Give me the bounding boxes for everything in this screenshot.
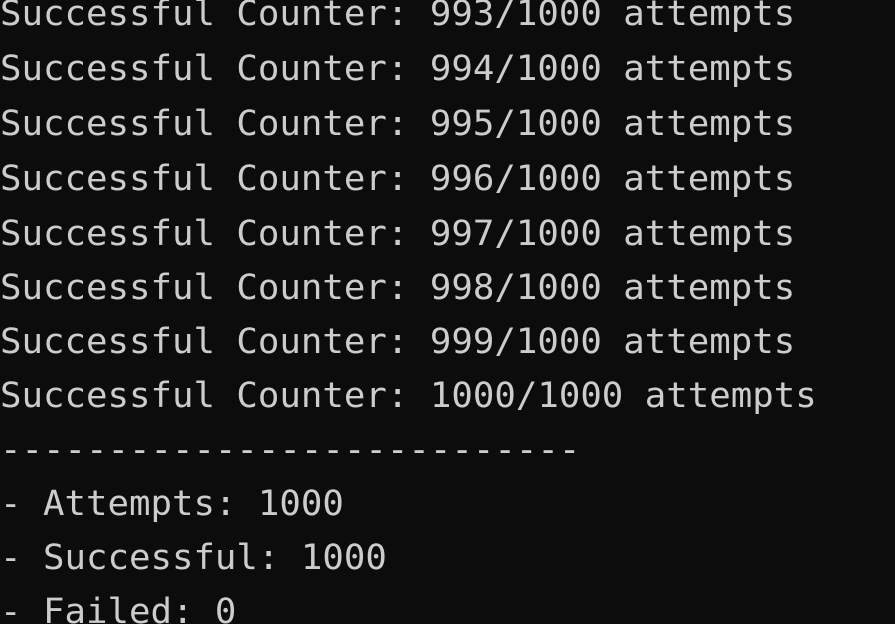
- counter-line-993: Successful Counter: 993/1000 attempts: [0, 0, 796, 34]
- summary-successful: - Successful: 1000: [0, 538, 387, 578]
- summary-failed: - Failed: 0: [0, 592, 237, 624]
- terminal-window[interactable]: Successful Counter: 993/1000 attempts Su…: [0, 0, 895, 624]
- counter-line-996: Successful Counter: 996/1000 attempts: [0, 159, 796, 199]
- summary-attempts: - Attempts: 1000: [0, 484, 344, 524]
- counter-line-997: Successful Counter: 997/1000 attempts: [0, 214, 796, 254]
- counter-line-998: Successful Counter: 998/1000 attempts: [0, 268, 796, 308]
- counter-line-995: Successful Counter: 995/1000 attempts: [0, 104, 796, 144]
- counter-line-999: Successful Counter: 999/1000 attempts: [0, 322, 796, 362]
- counter-line-994: Successful Counter: 994/1000 attempts: [0, 49, 796, 89]
- separator-line: ---------------------------: [0, 430, 581, 470]
- counter-line-1000: Successful Counter: 1000/1000 attempts: [0, 376, 817, 416]
